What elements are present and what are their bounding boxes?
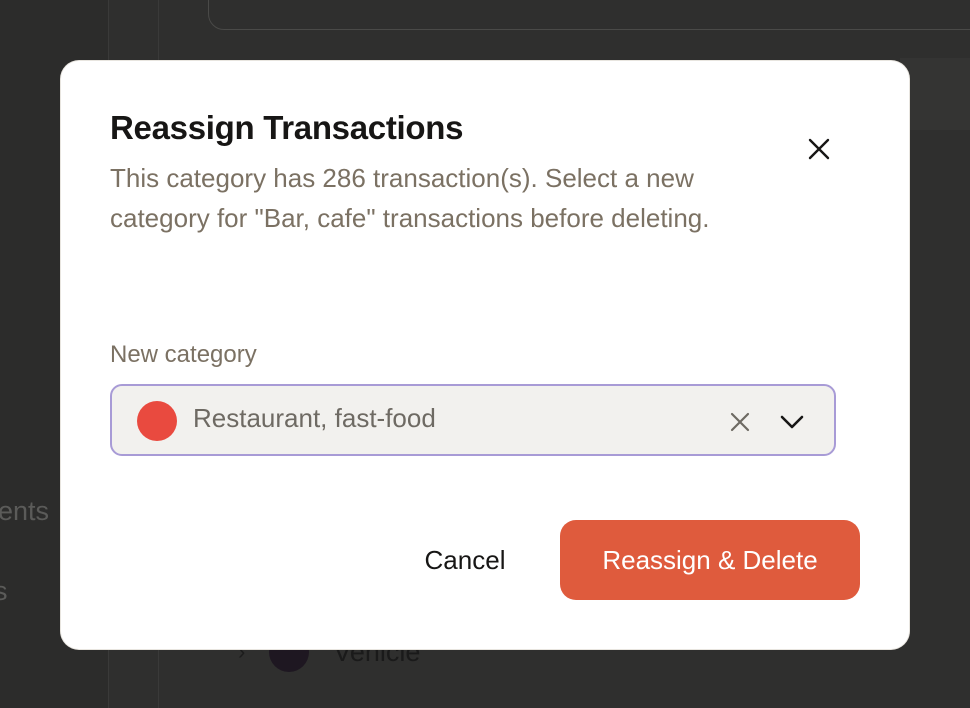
dropdown-toggle-button[interactable] [774,404,810,440]
category-color-swatch [137,401,177,441]
background-nav-item: ents [0,496,50,526]
cancel-button[interactable]: Cancel [395,520,535,600]
new-category-select[interactable]: Restaurant, fast-food [110,384,836,456]
close-icon [808,138,830,160]
background-nav-item: s [0,576,8,606]
dialog-description: This category has 286 transaction(s). Se… [110,163,710,233]
clear-selection-button[interactable] [722,404,758,440]
clear-icon [730,412,750,432]
close-button[interactable] [801,131,837,167]
reassign-dialog: Reassign Transactions This category has … [61,61,909,649]
background-panel [900,58,970,130]
chevron-down-icon [780,415,804,429]
dialog-title: Reassign Transactions [110,109,464,146]
selected-category-value: Restaurant, fast-food [193,403,436,433]
new-category-label: New category [110,341,257,368]
reassign-delete-button[interactable]: Reassign & Delete [560,520,860,600]
background-search-bar [208,0,970,30]
